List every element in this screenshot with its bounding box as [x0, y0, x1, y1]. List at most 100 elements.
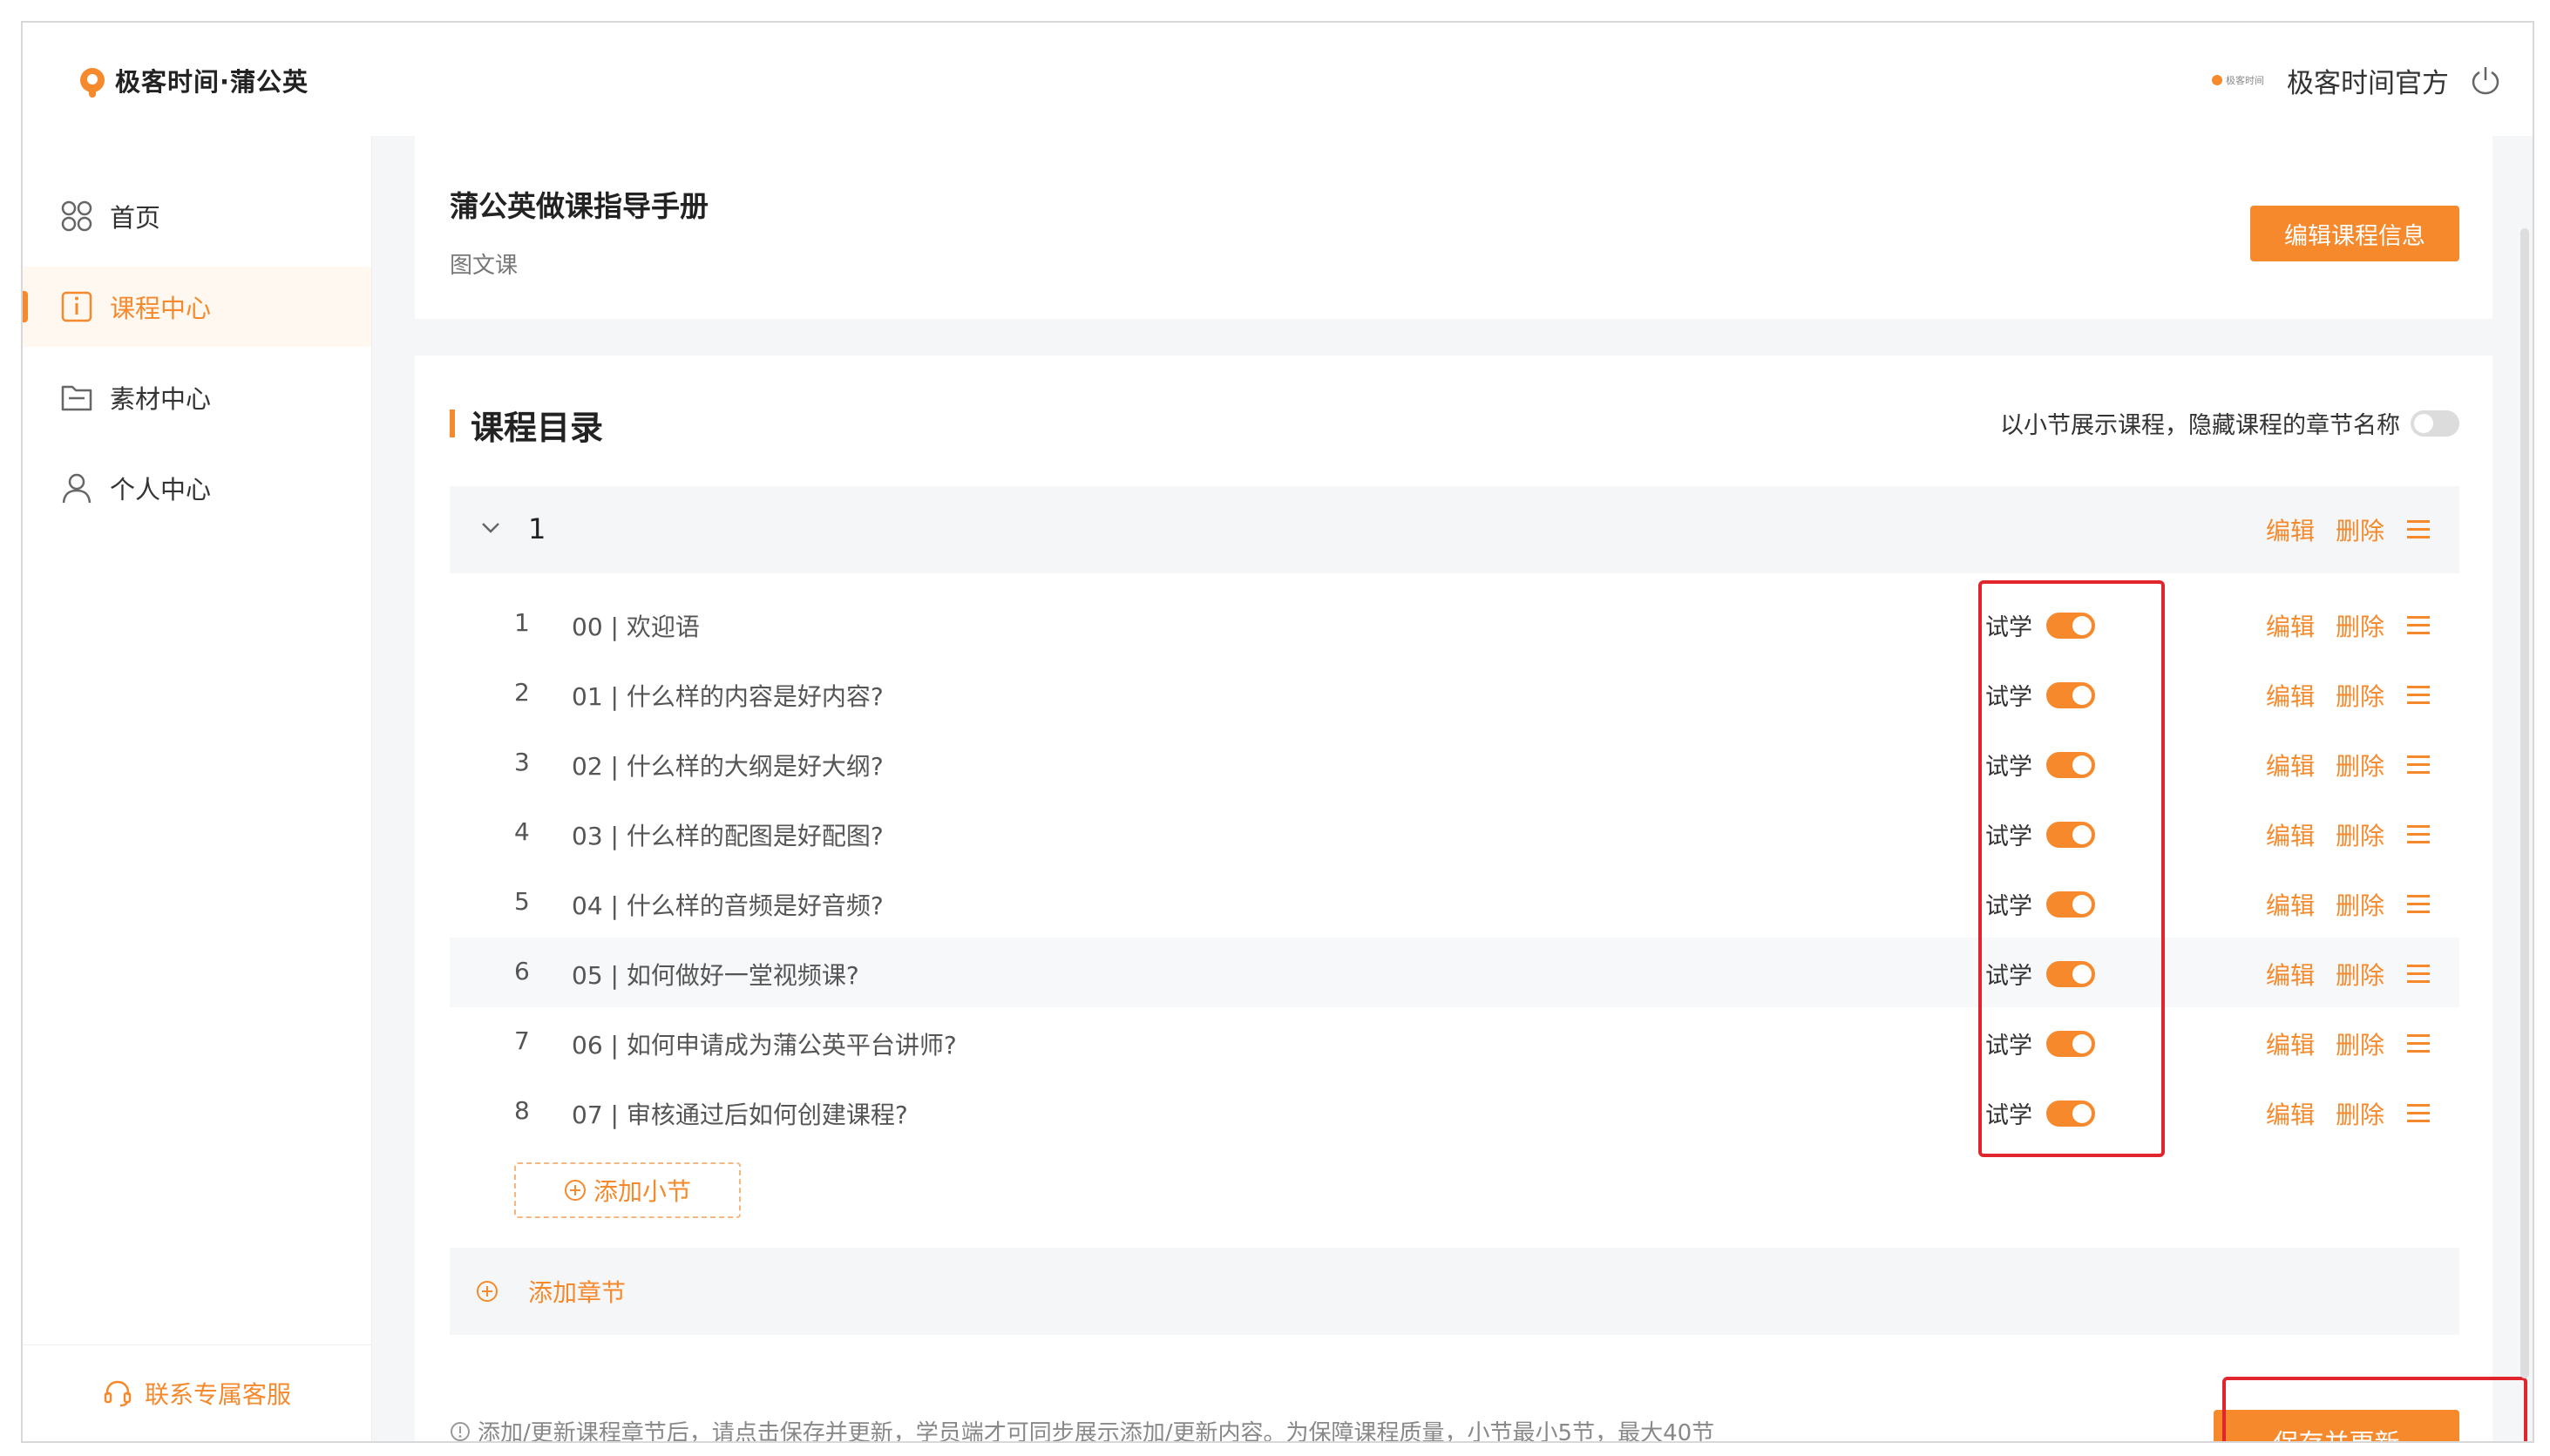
sidebar-item-label: 个人中心 — [110, 475, 212, 505]
trial-toggle[interactable] — [2046, 891, 2095, 918]
lesson-delete-button[interactable]: 删除 — [2336, 957, 2384, 992]
trial-label: 试学 — [1985, 1033, 2032, 1060]
chapter-header[interactable]: 1 编辑 删除 — [450, 486, 2459, 573]
lesson-number: 2 — [514, 678, 530, 707]
drag-handle-icon[interactable] — [2407, 1104, 2430, 1123]
info-icon — [61, 291, 92, 322]
trial-toggle[interactable] — [2046, 751, 2095, 778]
drag-handle-icon[interactable] — [2407, 616, 2430, 635]
lesson-delete-button[interactable]: 删除 — [2336, 608, 2384, 643]
lesson-actions: 编辑 删除 — [2245, 678, 2430, 713]
top-bar: 极客时间 极客时间官方 — [371, 23, 2533, 136]
trial-setting: 试学 — [1985, 887, 2095, 921]
lesson-number: 4 — [514, 817, 530, 846]
lesson-actions: 编辑 删除 — [2245, 1026, 2430, 1061]
course-info-card: 蒲公英做课指导手册 图文课 编辑课程信息 — [415, 136, 2492, 319]
lesson-delete-button[interactable]: 删除 — [2336, 748, 2384, 782]
lesson-title: 07 | 审核通过后如何创建课程? — [572, 1100, 908, 1129]
lesson-actions: 编辑 删除 — [2245, 887, 2430, 922]
trial-setting: 试学 — [1985, 608, 2095, 642]
app-logo-text: 极客时间·蒲公英 — [115, 67, 309, 97]
trial-setting: 试学 — [1985, 817, 2095, 851]
sidebar-item-personal-center[interactable]: 个人中心 — [23, 448, 371, 528]
drag-handle-icon[interactable] — [2407, 825, 2430, 844]
trial-toggle[interactable] — [2046, 1100, 2095, 1127]
lesson-delete-button[interactable]: 删除 — [2336, 817, 2384, 852]
chapter-delete-button[interactable]: 删除 — [2336, 512, 2384, 547]
add-lesson-label: 添加小节 — [593, 1177, 691, 1206]
drag-handle-icon[interactable] — [2407, 965, 2430, 984]
lesson-row: 4 03 | 什么样的配图是好配图? 试学 编辑 删除 — [450, 798, 2459, 868]
chapter-edit-button[interactable]: 编辑 — [2266, 512, 2315, 547]
lesson-number: 6 — [514, 957, 530, 985]
power-icon[interactable] — [2470, 64, 2501, 96]
lesson-edit-button[interactable]: 编辑 — [2266, 817, 2315, 852]
lesson-number: 3 — [514, 748, 530, 776]
section-mode-toggle[interactable] — [2411, 410, 2459, 437]
username[interactable]: 极客时间官方 — [2287, 61, 2449, 100]
trial-toggle[interactable] — [2046, 612, 2095, 639]
lesson-delete-button[interactable]: 删除 — [2336, 1096, 2384, 1131]
trial-label: 试学 — [1985, 893, 2032, 920]
lesson-edit-button[interactable]: 编辑 — [2266, 957, 2315, 992]
edit-course-info-button[interactable]: 编辑课程信息 — [2250, 206, 2459, 261]
add-lesson-button[interactable]: 添加小节 — [514, 1162, 741, 1218]
scrollbar[interactable] — [2520, 228, 2529, 1378]
contact-support-label: 联系专属客服 — [144, 1380, 291, 1409]
trial-toggle[interactable] — [2046, 960, 2095, 987]
section-mode-label: 以小节展示课程，隐藏课程的章节名称 — [2000, 412, 2400, 439]
save-and-update-button[interactable]: 保存并更新 — [2214, 1410, 2459, 1441]
lesson-row: 7 06 | 如何申请成为蒲公英平台讲师? 试学 编辑 删除 — [450, 1007, 2459, 1077]
info-circle-icon — [451, 1421, 470, 1441]
add-chapter-button[interactable]: 添加章节 — [450, 1248, 2459, 1335]
lesson-delete-button[interactable]: 删除 — [2336, 887, 2384, 922]
trial-setting: 试学 — [1985, 957, 2095, 991]
trial-toggle[interactable] — [2046, 1030, 2095, 1057]
lesson-edit-button[interactable]: 编辑 — [2266, 887, 2315, 922]
app-logo[interactable]: 极客时间·蒲公英 — [80, 63, 309, 98]
lesson-number: 7 — [514, 1026, 530, 1055]
plus-circle-icon — [564, 1180, 586, 1201]
lesson-number: 1 — [514, 608, 530, 637]
lesson-title: 06 | 如何申请成为蒲公英平台讲师? — [572, 1031, 957, 1060]
chevron-down-icon[interactable] — [479, 516, 502, 538]
lesson-number: 8 — [514, 1096, 530, 1125]
add-chapter-label: 添加章节 — [528, 1278, 627, 1307]
trial-label: 试学 — [1985, 684, 2032, 711]
course-type: 图文课 — [450, 253, 519, 279]
trial-setting: 试学 — [1985, 1026, 2095, 1060]
dandelion-logo-icon — [80, 68, 105, 98]
lesson-delete-button[interactable]: 删除 — [2336, 678, 2384, 713]
lesson-row: 6 05 | 如何做好一堂视频课? 试学 编辑 删除 — [450, 938, 2459, 1007]
org-logo: 极客时间 — [2212, 73, 2264, 87]
sidebar-item-home[interactable]: 首页 — [23, 176, 371, 256]
org-logo-icon — [2212, 75, 2222, 85]
headset-icon — [104, 1380, 132, 1407]
lesson-delete-button[interactable]: 删除 — [2336, 1026, 2384, 1061]
user-icon — [62, 473, 92, 504]
lesson-title: 01 | 什么样的内容是好内容? — [572, 682, 884, 711]
lesson-actions: 编辑 删除 — [2245, 957, 2430, 992]
lesson-edit-button[interactable]: 编辑 — [2266, 1026, 2315, 1061]
sidebar-item-material-center[interactable]: 素材中心 — [23, 357, 371, 437]
drag-handle-icon[interactable] — [2407, 755, 2430, 775]
trial-toggle[interactable] — [2046, 681, 2095, 708]
trial-label: 试学 — [1985, 1102, 2032, 1129]
drag-handle-icon[interactable] — [2407, 686, 2430, 705]
drag-handle-icon[interactable] — [2407, 520, 2430, 539]
trial-label: 试学 — [1985, 614, 2032, 641]
lesson-edit-button[interactable]: 编辑 — [2266, 608, 2315, 643]
lesson-edit-button[interactable]: 编辑 — [2266, 678, 2315, 713]
trial-label: 试学 — [1985, 963, 2032, 990]
lesson-edit-button[interactable]: 编辑 — [2266, 1096, 2315, 1131]
drag-handle-icon[interactable] — [2407, 895, 2430, 914]
lesson-title: 05 | 如何做好一堂视频课? — [572, 961, 859, 990]
lesson-row: 1 00 | 欢迎语 试学 编辑 删除 — [450, 589, 2459, 659]
trial-toggle[interactable] — [2046, 821, 2095, 848]
lesson-edit-button[interactable]: 编辑 — [2266, 748, 2315, 782]
org-logo-text: 极客时间 — [2226, 75, 2264, 86]
contact-support-button[interactable]: 联系专属客服 — [23, 1344, 371, 1441]
drag-handle-icon[interactable] — [2407, 1034, 2430, 1053]
course-catalog-card: 课程目录 以小节展示课程，隐藏课程的章节名称 1 编辑 删除 1 00 | 欢迎… — [415, 356, 2527, 1441]
sidebar-item-course-center[interactable]: 课程中心 — [23, 267, 371, 347]
